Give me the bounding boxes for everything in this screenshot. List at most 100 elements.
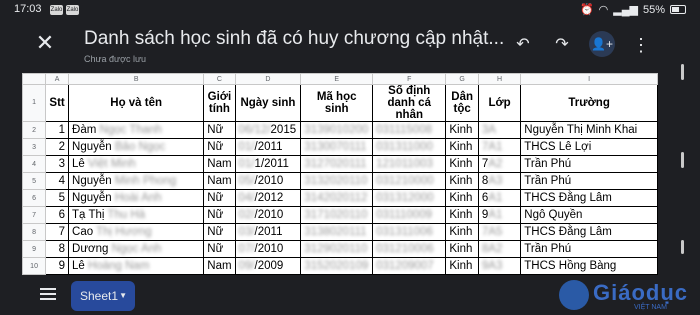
name-cell[interactable]: Phạm Thu Trang bbox=[68, 274, 205, 275]
header-cell[interactable]: Mã học sinh bbox=[300, 84, 374, 122]
class-cell[interactable]: 3A bbox=[477, 121, 522, 139]
row-number[interactable]: 3 bbox=[22, 138, 47, 156]
header-cell[interactable]: Giới tính bbox=[203, 84, 236, 122]
stt-cell[interactable]: 4 bbox=[45, 172, 70, 190]
header-cell[interactable]: Ngày sinh bbox=[234, 84, 302, 122]
dob-cell[interactable]: 05//2010 bbox=[234, 172, 302, 190]
name-cell[interactable]: Lê Việt Minh bbox=[68, 155, 205, 173]
ethnic-cell[interactable]: Kinh bbox=[445, 240, 479, 258]
class-cell[interactable]: 7A1 bbox=[477, 138, 522, 156]
class-cell[interactable]: 9A1 bbox=[477, 206, 522, 224]
row-number[interactable]: 9 bbox=[22, 240, 47, 258]
school-cell[interactable]: Ngô Quyền bbox=[520, 274, 658, 275]
stt-cell[interactable]: 9 bbox=[45, 257, 70, 275]
gender-cell[interactable]: Nam bbox=[203, 155, 236, 173]
gender-cell[interactable]: Nam bbox=[203, 172, 236, 190]
ethnic-cell[interactable]: Kinh bbox=[445, 155, 479, 173]
column-letter[interactable]: C bbox=[203, 73, 236, 85]
name-cell[interactable]: Nguyễn Hoài Anh bbox=[68, 189, 205, 207]
name-cell[interactable]: Nguyễn Minh Phong bbox=[68, 172, 205, 190]
school-cell[interactable]: THCS Đằng Lâm bbox=[520, 223, 658, 241]
student-code-cell[interactable]: 3138020111 bbox=[300, 223, 374, 241]
column-letter[interactable]: B bbox=[68, 73, 205, 85]
name-cell[interactable]: Dương Ngọc Anh bbox=[68, 240, 205, 258]
sheet-tab[interactable]: Sheet1 ▼ bbox=[71, 281, 135, 311]
document-title[interactable]: Danh sách học sinh đã có huy chương cập … bbox=[84, 28, 504, 50]
column-letter[interactable]: I bbox=[520, 73, 658, 85]
personal-id-cell[interactable]: 031311000 bbox=[372, 138, 447, 156]
name-cell[interactable]: Đàm Ngọc Thanh bbox=[68, 121, 205, 139]
row-number[interactable]: 1 bbox=[22, 84, 47, 122]
row-number[interactable]: 4 bbox=[22, 155, 47, 173]
student-code-cell[interactable]: 3171020110 bbox=[300, 206, 374, 224]
share-icon[interactable]: 👤+ bbox=[589, 31, 615, 57]
gender-cell[interactable]: Nữ bbox=[203, 274, 236, 275]
more-vert-icon[interactable]: ⋮ bbox=[630, 34, 652, 56]
ethnic-cell[interactable]: Kinh bbox=[445, 223, 479, 241]
name-cell[interactable]: Lê Hoàng Nam bbox=[68, 257, 205, 275]
school-cell[interactable]: Trần Phú bbox=[520, 155, 658, 173]
dob-cell[interactable]: 01//2011 bbox=[234, 138, 302, 156]
gender-cell[interactable]: Nữ bbox=[203, 240, 236, 258]
student-code-cell[interactable]: 3127020111 bbox=[300, 155, 374, 173]
chevron-down-icon[interactable]: ▼ bbox=[119, 281, 127, 311]
column-letter[interactable]: H bbox=[477, 73, 522, 85]
close-icon[interactable]: ✕ bbox=[34, 32, 56, 54]
dob-cell[interactable]: 02//2010 bbox=[234, 206, 302, 224]
school-cell[interactable]: Ngô Quyền bbox=[520, 206, 658, 224]
school-cell[interactable]: THCS Hồng Bàng bbox=[520, 257, 658, 275]
class-cell[interactable]: 9A1 bbox=[477, 274, 522, 275]
gender-cell[interactable]: Nữ bbox=[203, 189, 236, 207]
row-number[interactable]: 10 bbox=[22, 257, 47, 275]
row-number[interactable]: 8 bbox=[22, 223, 47, 241]
row-number[interactable]: 5 bbox=[22, 172, 47, 190]
class-cell[interactable]: 8A2 bbox=[477, 240, 522, 258]
student-code-cell[interactable]: 3129020110 bbox=[300, 240, 374, 258]
class-cell[interactable]: 7A2 bbox=[477, 155, 522, 173]
stt-cell[interactable]: 5 bbox=[45, 189, 70, 207]
header-cell[interactable]: Họ và tên bbox=[68, 84, 205, 122]
stt-cell[interactable]: 8 bbox=[45, 240, 70, 258]
row-number[interactable]: 6 bbox=[22, 189, 47, 207]
school-cell[interactable]: Trần Phú bbox=[520, 172, 658, 190]
gender-cell[interactable]: Nữ bbox=[203, 223, 236, 241]
header-cell[interactable]: Dân tộc bbox=[445, 84, 479, 122]
gender-cell[interactable]: Nữ bbox=[203, 138, 236, 156]
personal-id-cell[interactable]: 031110009 bbox=[372, 206, 447, 224]
dob-cell[interactable]: 08//2009 bbox=[234, 274, 302, 275]
ethnic-cell[interactable]: Kinh bbox=[445, 274, 479, 275]
name-cell[interactable]: Tạ Thị Thu Hà bbox=[68, 206, 205, 224]
ethnic-cell[interactable]: Kinh bbox=[445, 189, 479, 207]
stt-cell[interactable]: 10 bbox=[45, 274, 70, 275]
row-number[interactable]: 2 bbox=[22, 121, 47, 139]
column-letter[interactable]: G bbox=[445, 73, 479, 85]
ethnic-cell[interactable]: Kinh bbox=[445, 172, 479, 190]
student-code-cell[interactable]: 3132020110 bbox=[300, 172, 374, 190]
stt-cell[interactable]: 3 bbox=[45, 155, 70, 173]
name-cell[interactable]: Cao Thị Hương bbox=[68, 223, 205, 241]
class-cell[interactable]: 6A1 bbox=[477, 189, 522, 207]
dob-cell[interactable]: 09//2009 bbox=[234, 257, 302, 275]
personal-id-cell[interactable]: 031210000 bbox=[372, 172, 447, 190]
personal-id-cell[interactable]: 121011003 bbox=[372, 155, 447, 173]
header-cell[interactable]: Trường bbox=[520, 84, 658, 122]
student-code-cell[interactable]: 3142020112 bbox=[300, 189, 374, 207]
scroll-indicator[interactable] bbox=[681, 240, 684, 254]
spreadsheet-grid[interactable]: A B C D E F G H I 1 Stt Họ và tên Giới t… bbox=[22, 73, 658, 275]
stt-cell[interactable]: 2 bbox=[45, 138, 70, 156]
personal-id-cell[interactable]: 031210006 bbox=[372, 240, 447, 258]
row-number[interactable]: 7 bbox=[22, 206, 47, 224]
class-cell[interactable]: 8A3 bbox=[477, 172, 522, 190]
gender-cell[interactable]: Nam bbox=[203, 257, 236, 275]
personal-id-cell[interactable]: 031312000 bbox=[372, 189, 447, 207]
dob-cell[interactable]: 06/12/2015 bbox=[234, 121, 302, 139]
scroll-indicator[interactable] bbox=[681, 64, 684, 80]
header-cell[interactable]: Số định danh cá nhân bbox=[372, 84, 447, 122]
dob-cell[interactable]: 01/1/2011 bbox=[234, 155, 302, 173]
class-cell[interactable]: 7A5 bbox=[477, 223, 522, 241]
header-cell[interactable]: Lớp bbox=[477, 84, 522, 122]
ethnic-cell[interactable]: Kinh bbox=[445, 257, 479, 275]
school-cell[interactable]: THCS Đằng Lâm bbox=[520, 189, 658, 207]
ethnic-cell[interactable]: Kinh bbox=[445, 121, 479, 139]
header-cell[interactable]: Stt bbox=[45, 84, 70, 122]
